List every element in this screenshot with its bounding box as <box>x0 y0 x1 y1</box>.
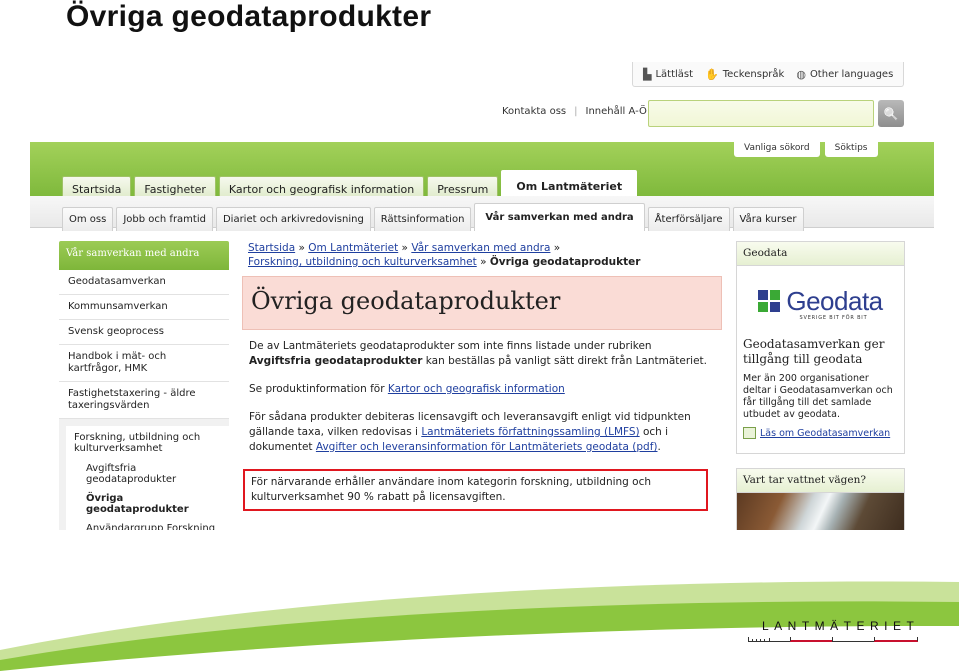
text: De av Lantmäteriets geodataprodukter som… <box>249 340 652 352</box>
leftnav-group: Forskning, utbildning och kulturverksamh… <box>59 419 229 530</box>
lantmateriet-logo-bottom: LANTMÄTERIET <box>748 619 918 642</box>
common-searches-tab[interactable]: Vanliga sökord <box>734 140 820 157</box>
geodata-box-title: Geodatasamverkan ger tillgång till geoda… <box>743 337 885 366</box>
subtab-jobb[interactable]: Jobb och framtid <box>116 207 213 231</box>
subtab-kurser[interactable]: Våra kurser <box>732 207 804 231</box>
bottom-green-swoosh <box>0 581 959 671</box>
index-link[interactable]: Innehåll A-Ö <box>586 106 647 117</box>
easy-read-label: Lättläst <box>655 68 694 80</box>
geodata-box-heading: Geodata <box>737 242 904 266</box>
subtab-aterforsaljare[interactable]: Återförsäljare <box>647 207 730 231</box>
logo-ruler <box>748 636 918 642</box>
leftnav-subitem-current[interactable]: Övriga geodataprodukter <box>74 489 227 519</box>
subtab-om-oss[interactable]: Om oss <box>62 207 114 231</box>
subtab-diariet[interactable]: Diariet och arkivredovisning <box>215 207 371 231</box>
breadcrumb-separator: » <box>298 242 305 254</box>
text: kan beställas på vanligt sätt direkt frå… <box>422 355 708 367</box>
paragraph-intro: De av Lantmäteriets geodataprodukter som… <box>249 339 715 369</box>
leftnav-item[interactable]: Geodatasamverkan <box>59 270 229 295</box>
leftnav-subitem[interactable]: Användargrupp Forskning och utbildning <box>74 519 227 530</box>
breadcrumb-link[interactable]: Startsida <box>248 242 295 254</box>
leftnav-group-inner: Forskning, utbildning och kulturverksamh… <box>66 426 229 530</box>
easy-read-icon: ▙ <box>643 67 652 81</box>
accessibility-links: ▙ Lättläst ✋ Teckenspråk ◍ Other languag… <box>632 62 905 87</box>
leftnav-item[interactable]: Fastighetstaxering - äldre taxeringsvärd… <box>59 382 229 419</box>
discount-highlight-box: För närvarande erhåller användare inom k… <box>243 469 708 511</box>
left-navigation: Vår samverkan med andra Geodatasamverkan… <box>59 241 229 530</box>
geodata-box-text: Mer än 200 organisationer deltar i Geoda… <box>743 373 893 420</box>
leftnav-item[interactable]: Svensk geoprocess <box>59 320 229 345</box>
easy-read-link[interactable]: ▙ Lättläst <box>643 68 693 81</box>
maps-info-link[interactable]: Kartor och geografisk information <box>388 383 565 395</box>
breadcrumb-separator: » <box>480 256 487 268</box>
website-screenshot: ▙ Lättläst ✋ Teckenspråk ◍ Other languag… <box>30 58 934 530</box>
geodata-read-more[interactable]: Läs om Geodatasamverkan <box>743 427 898 439</box>
main-content: Startsida » Om Lantmäteriet » Vår samver… <box>242 241 722 511</box>
breadcrumb-separator: » <box>401 242 408 254</box>
geodata-box: Geodata Geodata SVERIGE BIT FÖR BIT Geod… <box>736 241 905 454</box>
document-icon <box>743 427 756 439</box>
geodata-logo: Geodata <box>737 286 904 317</box>
contact-link[interactable]: Kontakta oss <box>502 106 566 117</box>
breadcrumb-link[interactable]: Om Lantmäteriet <box>308 242 398 254</box>
geodata-read-more-link[interactable]: Läs om Geodatasamverkan <box>760 428 890 439</box>
subtab-samverkan[interactable]: Vår samverkan med andra <box>474 203 645 231</box>
breadcrumb: Startsida » Om Lantmäteriet » Vår samver… <box>242 241 722 269</box>
utility-links: Kontakta oss | Innehåll A-Ö <box>502 106 647 117</box>
search-help-tabs: Vanliga sökord Söktips <box>734 140 878 157</box>
search-button[interactable]: 🔍 <box>878 100 904 127</box>
leftnav-subitem[interactable]: Avgiftsfria geodataprodukter <box>74 459 227 489</box>
text: Se produktinformation för <box>249 383 388 395</box>
subtab-rattsinformation[interactable]: Rättsinformation <box>373 207 472 231</box>
fees-pdf-link[interactable]: Avgifter och leveransinformation för Lan… <box>316 441 658 453</box>
utility-separator: | <box>574 106 578 117</box>
water-box: Vart tar vattnet vägen? <box>736 468 905 530</box>
globe-icon: ◍ <box>796 67 806 81</box>
geodata-wordmark: Geodata <box>786 286 883 316</box>
leftnav-item[interactable]: Handbok i mät- och kartfrågor, HMK <box>59 345 229 382</box>
breadcrumb-link[interactable]: Vår samverkan med andra <box>411 242 550 254</box>
sub-tabs: Om oss Jobb och framtid Diariet och arki… <box>62 203 804 231</box>
sign-language-icon: ✋ <box>705 67 719 81</box>
slide-title: Övriga geodataprodukter <box>66 0 432 33</box>
breadcrumb-link[interactable]: Forskning, utbildning och kulturverksamh… <box>248 256 477 268</box>
search-input[interactable] <box>648 100 874 127</box>
geodata-mark-icon <box>758 289 782 314</box>
text: . <box>657 441 661 453</box>
paragraph-product-info: Se produktinformation för Kartor och geo… <box>249 382 715 397</box>
sign-language-label: Teckenspråk <box>722 68 785 80</box>
search-icon: 🔍 <box>883 106 899 121</box>
leftnav-item[interactable]: Kommunsamverkan <box>59 295 229 320</box>
water-box-heading: Vart tar vattnet vägen? <box>737 469 904 493</box>
sign-language-link[interactable]: ✋ Teckenspråk <box>705 68 784 81</box>
leftnav-group-title[interactable]: Forskning, utbildning och kulturverksamh… <box>74 432 227 459</box>
other-languages-link[interactable]: ◍ Other languages <box>796 68 893 81</box>
breadcrumb-current: Övriga geodataprodukter <box>489 256 641 268</box>
logo-wordmark: LANTMÄTERIET <box>762 619 920 633</box>
search-tips-tab[interactable]: Söktips <box>824 140 878 157</box>
breadcrumb-separator: » <box>553 242 561 254</box>
page-heading: Övriga geodataprodukter <box>242 276 722 330</box>
leftnav-heading[interactable]: Vår samverkan med andra <box>59 241 229 270</box>
waterfall-photo[interactable] <box>737 493 904 530</box>
text-bold: Avgiftsfria geodataprodukter <box>249 355 423 367</box>
lmfs-link[interactable]: Lantmäteriets författningssamling (LMFS) <box>421 426 639 438</box>
other-languages-label: Other languages <box>809 68 894 80</box>
paragraph-fees: För sådana produkter debiteras licensavg… <box>249 410 715 455</box>
